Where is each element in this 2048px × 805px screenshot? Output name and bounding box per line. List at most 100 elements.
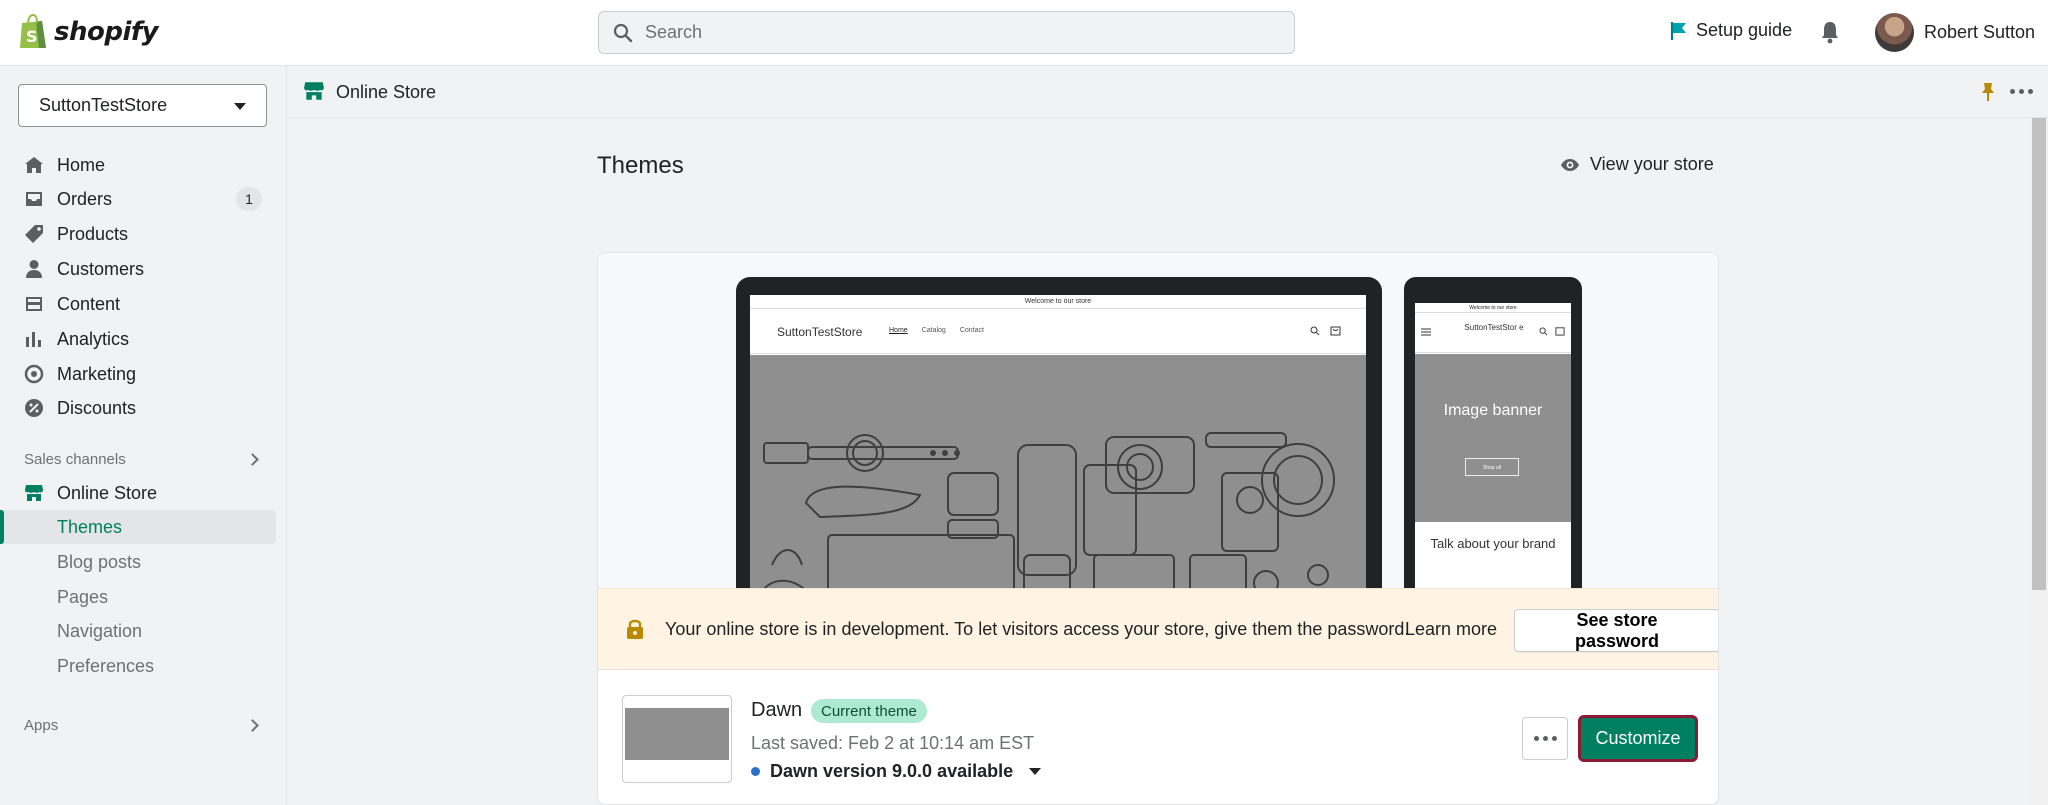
sidebar-sub-label: Pages <box>57 586 109 607</box>
sidebar-item-label: Online Store <box>57 482 158 503</box>
flag-icon <box>1670 21 1686 40</box>
image-banner-heading: Image banner <box>1443 402 1543 419</box>
sales-channels-heading[interactable]: Sales channels <box>24 451 126 468</box>
sidebar-item-label: Home <box>57 154 106 175</box>
theme-thumbnail <box>622 695 732 783</box>
view-store-label: View your store <box>1590 154 1714 174</box>
sidebar-item-preferences[interactable]: Preferences <box>0 649 276 683</box>
mobile-brand: SuttonTestStor e <box>1464 323 1524 332</box>
search-placeholder: Search <box>645 22 703 42</box>
cart-icon <box>1330 326 1341 336</box>
current-theme-badge: Current theme <box>811 699 927 723</box>
talk-about-brand: Talk about your brand <box>1430 536 1556 551</box>
sidebar-item-pages[interactable]: Pages <box>0 580 276 614</box>
current-theme-row: Dawn Current theme Last saved: Feb 2 at … <box>598 671 1718 804</box>
scrollbar[interactable] <box>2030 118 2048 805</box>
storefront-icon <box>304 82 324 100</box>
sidebar-item-label: Discounts <box>57 397 137 418</box>
sidebar-item-analytics[interactable]: Analytics <box>0 322 276 356</box>
desktop-preview: Welcome to our store SuttonTestStore Hom… <box>736 277 1382 588</box>
theme-preview: Welcome to our store SuttonTestStore Hom… <box>598 253 1718 588</box>
shop-all-button: Shop all <box>1465 458 1519 476</box>
sidebar-item-navigation[interactable]: Navigation <box>0 614 276 648</box>
target-icon <box>24 364 44 384</box>
user-name: Robert Sutton <box>1924 22 2036 42</box>
image-banner <box>750 355 1366 588</box>
theme-actions-button[interactable] <box>1522 717 1568 760</box>
mobile-image-banner: Image banner Shop all <box>1415 354 1571 522</box>
more-actions-icon[interactable] <box>2010 89 2033 94</box>
announcement-bar: Welcome to our store <box>750 295 1366 309</box>
sidebar-sub-label: Preferences <box>57 655 155 676</box>
sidebar-item-orders[interactable]: Orders 1 <box>0 182 276 216</box>
sidebar-item-label: Marketing <box>57 363 137 384</box>
apps-heading[interactable]: Apps <box>24 717 58 734</box>
sidebar-item-products[interactable]: Products <box>0 217 276 251</box>
learn-more-link[interactable]: Learn more <box>1405 619 1497 640</box>
sidebar-item-home[interactable]: Home <box>0 148 276 182</box>
theme-name: Dawn <box>751 699 803 721</box>
menu-icon <box>1421 328 1431 336</box>
theme-card: Welcome to our store SuttonTestStore Hom… <box>597 252 1719 805</box>
sidebar-item-content[interactable]: Content <box>0 287 276 321</box>
sidebar-item-discounts[interactable]: Discounts <box>0 391 276 425</box>
bar-chart-icon <box>26 332 41 347</box>
sidebar-item-themes[interactable]: Themes <box>0 510 276 544</box>
sidebar: SuttonTestStore Home Orders 1 Products C… <box>0 66 287 805</box>
sidebar-item-online-store[interactable]: Online Store <box>0 476 276 510</box>
mobile-announcement: Welcome to our store <box>1415 303 1571 313</box>
header-title: Online Store <box>336 82 437 102</box>
sidebar-item-blog-posts[interactable]: Blog posts <box>0 545 276 579</box>
user-menu[interactable]: Robert Sutton <box>1875 13 2035 52</box>
view-store-link[interactable]: View your store <box>1560 154 1714 175</box>
orders-count-badge: 1 <box>236 187 262 211</box>
page-title: Themes <box>597 152 684 179</box>
top-bar: S shopify Search Setup guide Robert Sutt… <box>0 0 2048 66</box>
caret-down-icon <box>234 103 246 110</box>
product-illustration <box>763 432 1335 588</box>
content-icon <box>26 297 42 311</box>
sidebar-item-customers[interactable]: Customers <box>0 252 276 286</box>
cart-icon <box>1555 327 1565 336</box>
scrollbar-thumb[interactable] <box>2032 118 2046 590</box>
search-icon <box>1539 327 1548 336</box>
preview-brand: SuttonTestStore <box>777 325 863 339</box>
orders-icon <box>26 192 42 206</box>
caret-down-icon <box>1029 768 1042 775</box>
store-name: SuttonTestStore <box>39 95 168 115</box>
search-icon <box>613 23 633 42</box>
setup-guide-button[interactable]: Setup guide <box>1670 20 1792 41</box>
online-store-header: Online Store <box>288 66 2048 118</box>
sidebar-item-label: Orders <box>57 188 113 209</box>
chevron-right-icon[interactable] <box>246 719 259 732</box>
discount-icon <box>25 399 43 417</box>
sidebar-item-label: Products <box>57 223 129 244</box>
sidebar-item-label: Customers <box>57 258 145 279</box>
preview-link: Home <box>889 327 908 334</box>
avatar <box>1875 13 1914 52</box>
sidebar-item-label: Analytics <box>57 328 130 349</box>
sidebar-item-label: Content <box>57 293 121 314</box>
mobile-preview: Welcome to our store SuttonTestStor e Im… <box>1404 277 1582 588</box>
development-message: Your online store is in development. To … <box>665 619 1410 639</box>
notifications-button[interactable] <box>1820 20 1840 49</box>
sidebar-sub-label: Navigation <box>57 620 143 641</box>
version-available-toggle[interactable]: Dawn version 9.0.0 available <box>751 761 1042 782</box>
tag-icon <box>25 225 43 243</box>
chevron-right-icon[interactable] <box>246 453 259 466</box>
store-selector[interactable]: SuttonTestStore <box>18 84 267 127</box>
svg-text:S: S <box>26 27 38 46</box>
shopify-logo[interactable]: S shopify <box>18 14 159 50</box>
search-icon <box>1310 326 1320 336</box>
person-icon <box>26 260 42 278</box>
sidebar-item-marketing[interactable]: Marketing <box>0 357 276 391</box>
lock-icon <box>627 619 643 639</box>
setup-guide-label: Setup guide <box>1696 20 1793 40</box>
sidebar-sub-label: Blog posts <box>57 551 142 572</box>
development-store-banner: Your online store is in development. To … <box>598 588 1718 670</box>
home-icon <box>25 157 43 173</box>
customize-button[interactable]: Customize <box>1578 715 1698 762</box>
see-store-password-button[interactable]: See store password <box>1514 609 1718 652</box>
search-input[interactable]: Search <box>598 11 1295 54</box>
pin-icon[interactable] <box>1980 82 1996 102</box>
